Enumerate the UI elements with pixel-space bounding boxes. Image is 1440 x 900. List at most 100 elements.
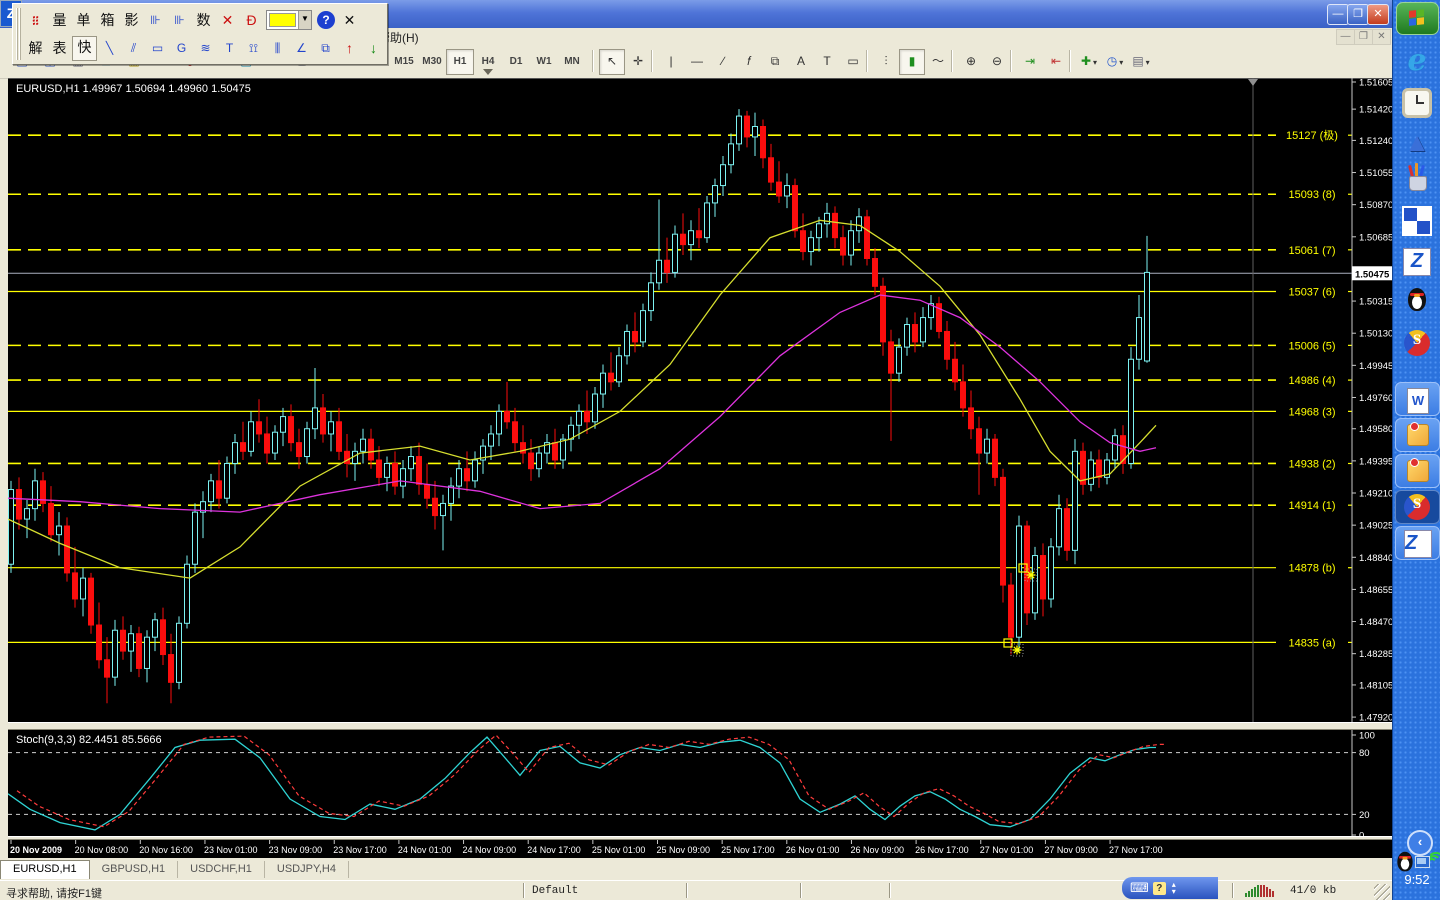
qq-messenger-icon[interactable] xyxy=(1401,288,1433,320)
tab-usdjpy-h4[interactable]: USDJPY,H4 xyxy=(265,861,349,878)
help-button[interactable]: ? xyxy=(317,11,335,29)
text-tool[interactable]: A xyxy=(788,49,814,75)
svg-text:1.50870: 1.50870 xyxy=(1359,200,1392,211)
angle-tool[interactable]: ∠ xyxy=(290,37,313,60)
delete-tool[interactable]: ✕ xyxy=(216,9,239,32)
close-button[interactable]: ✕ xyxy=(1367,4,1389,25)
svg-text:15061 (7): 15061 (7) xyxy=(1288,245,1335,257)
bar-chart-type[interactable]: ⫶ xyxy=(873,49,899,75)
indicators-button[interactable]: ✚ ▾ xyxy=(1076,49,1102,75)
quick-tool[interactable]: 快 xyxy=(72,35,97,61)
svg-text:1.49395: 1.49395 xyxy=(1359,456,1392,467)
mdi-close-button[interactable]: ✕ xyxy=(1372,29,1391,45)
svg-text:14938 (2): 14938 (2) xyxy=(1288,458,1335,470)
arrow-up-tool[interactable]: ↑ xyxy=(338,37,361,60)
horizontal-line-tool[interactable]: — xyxy=(684,49,710,75)
svg-text:1.51605: 1.51605 xyxy=(1359,78,1392,89)
toolbar-drag-handle[interactable] xyxy=(16,8,21,60)
grid-tool[interactable]: ⧉ xyxy=(762,49,788,75)
close-toolbar-button[interactable]: ✕ xyxy=(338,9,361,32)
vlines2-tool[interactable]: ⫼ xyxy=(266,37,289,60)
channel-tool[interactable]: ⫽ xyxy=(122,37,145,60)
candlestick-tool[interactable]: ᎒᎒ xyxy=(24,9,47,32)
d-strike-tool[interactable]: Ð xyxy=(240,9,263,32)
t-level-tool[interactable]: T xyxy=(218,37,241,60)
ie-browser-icon[interactable]: e xyxy=(1401,46,1433,78)
price-chart[interactable]: 15127 (极) 15093 (8) 15061 (7) 15037 (6) 1500… xyxy=(8,78,1392,858)
mdi-minimize-button[interactable]: — xyxy=(1336,29,1355,45)
shapes-tool[interactable]: ▭ xyxy=(840,49,866,75)
vertical-line-tool[interactable]: | xyxy=(658,49,684,75)
explain-tool[interactable]: 解 xyxy=(24,37,47,60)
quicklaunch-z-tool[interactable]: Z xyxy=(1395,526,1440,560)
order-tool[interactable]: 单 xyxy=(72,9,95,32)
desktop: — ❐ ✕ Z 帮助(H) — ❐ ✕ ▤◫▥⊞▦✦⬢✚▣↯⎙M15M30H1H… xyxy=(0,0,1440,900)
maximize-button[interactable]: ❐ xyxy=(1347,4,1369,25)
triangle-app-icon[interactable]: ▲ xyxy=(1401,127,1433,159)
histogram-left-tool[interactable]: ⊪ xyxy=(144,9,167,32)
cursor-tool[interactable]: ↖ xyxy=(599,49,625,75)
svg-text:20 Nov 08:00: 20 Nov 08:00 xyxy=(75,845,129,855)
timeframe-h1[interactable]: H1 xyxy=(446,49,474,75)
status-profile[interactable]: Default xyxy=(532,885,578,897)
line-color-picker[interactable]: ▼ xyxy=(266,10,312,30)
candle-chart-type[interactable]: ▮ xyxy=(899,49,925,75)
paint-app-icon[interactable] xyxy=(1401,163,1433,197)
timeframe-w1[interactable]: W1 xyxy=(530,49,558,75)
arrow-down-tool[interactable]: ↓ xyxy=(362,37,385,60)
fan-tool[interactable]: ⧉ xyxy=(314,37,337,60)
quicklaunch-fire-browser-active[interactable]: S xyxy=(1395,490,1440,524)
zoom-out-button[interactable]: ⊖ xyxy=(984,49,1010,75)
wave-tool[interactable]: ≋ xyxy=(194,37,217,60)
checker-app-icon[interactable] xyxy=(1401,206,1433,238)
svg-text:Stoch(9,3,3) 82.4451 85.5666: Stoch(9,3,3) 82.4451 85.5666 xyxy=(16,734,162,746)
periods-button[interactable]: ◷ ▾ xyxy=(1102,49,1128,75)
mdi-restore-button[interactable]: ❐ xyxy=(1354,29,1373,45)
autoscroll-button[interactable]: ⇥ xyxy=(1017,49,1043,75)
crosshair-tool[interactable]: ✛ xyxy=(625,49,651,75)
timeframe-d1[interactable]: D1 xyxy=(502,49,530,75)
chart-shift-button[interactable]: ⇤ xyxy=(1043,49,1069,75)
svg-text:27 Nov 01:00: 27 Nov 01:00 xyxy=(980,845,1034,855)
number-tool[interactable]: 数 xyxy=(192,9,215,32)
clock-widget-icon[interactable] xyxy=(1401,88,1433,120)
svg-text:20 Nov 2009: 20 Nov 2009 xyxy=(10,845,62,855)
shadow-tool[interactable]: 影 xyxy=(120,9,143,32)
vlines-tool[interactable]: ⟟⟟ xyxy=(242,37,265,60)
keyboard-icon[interactable]: ⌨ xyxy=(1130,880,1149,896)
line-chart-type[interactable]: 〜 xyxy=(925,49,951,75)
toolbar-overflow-icon[interactable] xyxy=(483,69,493,75)
svg-text:1.51055: 1.51055 xyxy=(1359,168,1392,179)
tab-eurusd-h1[interactable]: EURUSD,H1 xyxy=(0,860,90,879)
fire-browser-icon[interactable]: S xyxy=(1401,330,1433,362)
volume-tool[interactable]: 量 xyxy=(48,9,71,32)
gann-tool[interactable]: G xyxy=(170,37,193,60)
svg-text:EURUSD,H1 1.49967 1.50694 1.4: EURUSD,H1 1.49967 1.50694 1.49960 1.5047… xyxy=(16,83,251,95)
table-tool[interactable]: 表 xyxy=(48,37,71,60)
quicklaunch-note-1[interactable] xyxy=(1395,418,1440,452)
trendline-tool[interactable]: ∕ xyxy=(710,49,736,75)
svg-text:26 Nov 09:00: 26 Nov 09:00 xyxy=(850,845,904,855)
z-tool-app-icon[interactable]: Z xyxy=(1401,248,1433,280)
label-tool[interactable]: T xyxy=(814,49,840,75)
quicklaunch-word-document[interactable]: W xyxy=(1395,382,1440,416)
zoom-in-button[interactable]: ⊕ xyxy=(958,49,984,75)
trendline-tool[interactable]: ╲ xyxy=(98,37,121,60)
minimize-button[interactable]: — xyxy=(1327,4,1349,25)
tab-gbpusd-h1[interactable]: GBPUSD,H1 xyxy=(90,861,179,878)
timeframe-mn[interactable]: MN xyxy=(558,49,586,75)
start-button[interactable] xyxy=(1396,2,1439,35)
sidebar-clock: 9:52 xyxy=(1404,872,1430,887)
resize-grip[interactable] xyxy=(1374,884,1390,900)
timeframe-m30[interactable]: M30 xyxy=(418,49,446,75)
fibonacci-tool[interactable]: 𝑓 xyxy=(736,49,762,75)
histogram-right-tool[interactable]: ⊪ xyxy=(168,9,191,32)
box-tool[interactable]: 箱 xyxy=(96,9,119,32)
rectangle-tool[interactable]: ▭ xyxy=(146,37,169,60)
tab-usdchf-h1[interactable]: USDCHF,H1 xyxy=(178,861,265,878)
quicklaunch-note-2[interactable] xyxy=(1395,454,1440,488)
ime-help-icon[interactable]: ? xyxy=(1152,881,1166,895)
timeframe-m15[interactable]: M15 xyxy=(390,49,418,75)
templates-button[interactable]: ▤ ▾ xyxy=(1128,49,1154,75)
ime-options-icon[interactable]: ▴ ▾ xyxy=(1172,881,1176,896)
